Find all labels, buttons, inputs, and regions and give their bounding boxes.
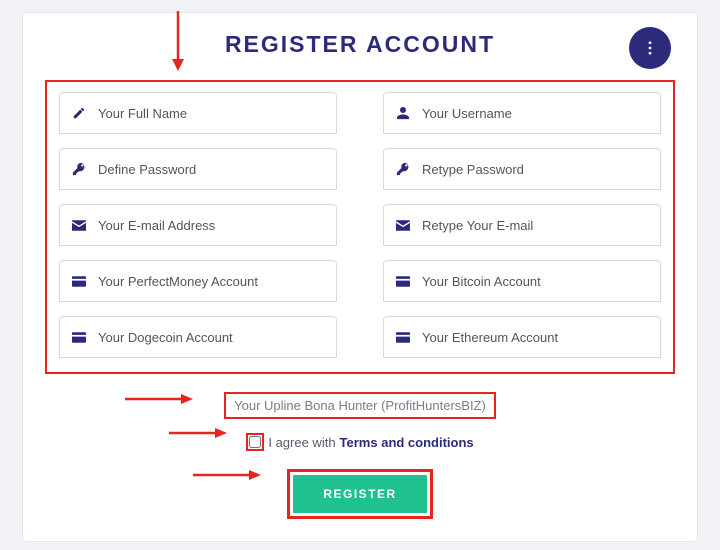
card-header: REGISTER ACCOUNT — [45, 31, 675, 58]
ethereum-input[interactable] — [422, 330, 650, 345]
envelope-icon — [70, 220, 88, 231]
retype-password-input[interactable] — [422, 162, 650, 177]
bitcoin-input[interactable] — [422, 274, 650, 289]
card-icon — [70, 332, 88, 343]
perfectmoney-input[interactable] — [98, 274, 326, 289]
field-retype-password — [383, 148, 661, 190]
field-password — [59, 148, 337, 190]
card-icon — [394, 332, 412, 343]
email-input[interactable] — [98, 218, 326, 233]
edit-icon — [70, 106, 88, 120]
field-email — [59, 204, 337, 246]
card-icon — [70, 276, 88, 287]
below-section: Your Upline Bona Hunter (ProfitHuntersBI… — [45, 392, 675, 519]
password-input[interactable] — [98, 162, 326, 177]
user-icon — [394, 106, 412, 120]
menu-button[interactable] — [629, 27, 671, 69]
field-dogecoin — [59, 316, 337, 358]
agree-prefix: I agree with — [268, 435, 335, 450]
dogecoin-input[interactable] — [98, 330, 326, 345]
key-icon — [394, 162, 412, 176]
username-input[interactable] — [422, 106, 650, 121]
field-retype-email — [383, 204, 661, 246]
agree-checkbox-wrap — [246, 433, 264, 451]
field-bitcoin — [383, 260, 661, 302]
field-full-name — [59, 92, 337, 134]
agree-row: I agree with Terms and conditions — [246, 433, 473, 451]
register-card: REGISTER ACCOUNT — [22, 12, 698, 542]
terms-link[interactable]: Terms and conditions — [340, 435, 474, 450]
dots-vertical-icon — [643, 41, 657, 55]
register-button[interactable]: REGISTER — [293, 475, 426, 513]
retype-email-input[interactable] — [422, 218, 650, 233]
fields-grid — [45, 80, 675, 374]
card-icon — [394, 276, 412, 287]
envelope-icon — [394, 220, 412, 231]
full-name-input[interactable] — [98, 106, 326, 121]
field-perfectmoney — [59, 260, 337, 302]
key-icon — [70, 162, 88, 176]
agree-checkbox[interactable] — [249, 436, 261, 448]
field-username — [383, 92, 661, 134]
page-title: REGISTER ACCOUNT — [225, 31, 495, 58]
field-ethereum — [383, 316, 661, 358]
upline-text: Your Upline Bona Hunter (ProfitHuntersBI… — [224, 392, 496, 419]
register-button-highlight: REGISTER — [287, 469, 432, 519]
